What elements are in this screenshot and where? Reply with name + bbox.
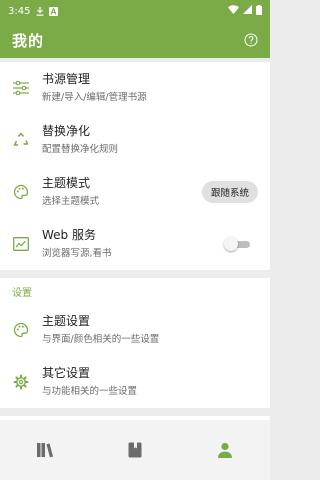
a-icon <box>49 6 59 16</box>
settings-section-header: 设置 <box>12 287 32 299</box>
item-subtitle: 配置替换净化规则 <box>42 144 119 155</box>
other-settings-item[interactable]: 其它设置 与功能相关的一些设置 <box>0 356 270 408</box>
item-subtitle: 新建/导入/编辑/管理书源 <box>42 92 147 103</box>
download-icon <box>36 6 44 16</box>
item-title: 主题设置 <box>42 314 91 328</box>
section-divider <box>0 270 270 278</box>
item-title: 替换净化 <box>42 124 91 138</box>
palette-icon <box>12 183 30 201</box>
settings-card: 设置 主题设置 与界面/颜色相关的一些设置 其它设置 与功能相关的一些设置 <box>0 278 270 408</box>
status-time: 3:45 <box>8 5 31 17</box>
content-list: 书源管理 新建/导入/编辑/管理书源 替换净化 配置替换净化规则 主题模式 选择… <box>0 58 270 420</box>
sliders-icon <box>12 79 30 97</box>
replace-purify-item[interactable]: 替换净化 配置替换净化规则 <box>0 114 270 166</box>
book-icon <box>128 442 142 462</box>
status-bar: 3:45 <box>0 0 270 22</box>
item-title: 主题模式 <box>42 176 91 190</box>
bookshelf-tab[interactable] <box>33 440 57 464</box>
bookshelf-icon <box>36 442 54 462</box>
battery-icon <box>256 4 262 18</box>
item-subtitle: 浏览器写源,看书 <box>42 248 112 259</box>
web-service-item[interactable]: Web 服务 浏览器写源,看书 <box>0 218 270 270</box>
item-title: 书源管理 <box>42 72 91 86</box>
my-tab[interactable] <box>213 440 237 464</box>
main-card: 书源管理 新建/导入/编辑/管理书源 替换净化 配置替换净化规则 主题模式 选择… <box>0 62 270 270</box>
app-bar: 我的 <box>0 22 270 58</box>
item-title: Web 服务 <box>42 228 96 242</box>
theme-mode-item[interactable]: 主题模式 选择主题模式 跟随系统 <box>0 166 270 218</box>
person-icon <box>217 442 233 462</box>
item-subtitle: 与功能相关的一些设置 <box>42 386 138 397</box>
chart-icon <box>12 235 30 253</box>
switch-thumb <box>224 237 238 251</box>
page-title: 我的 <box>12 31 45 50</box>
signal-icon <box>243 5 252 17</box>
book-source-management-item[interactable]: 书源管理 新建/导入/编辑/管理书源 <box>0 62 270 114</box>
section-divider <box>0 408 270 416</box>
item-subtitle: 与界面/颜色相关的一些设置 <box>42 334 160 345</box>
item-subtitle: 选择主题模式 <box>42 196 100 207</box>
wifi-icon <box>228 5 239 17</box>
recycle-icon <box>12 131 30 149</box>
help-icon[interactable] <box>244 33 258 47</box>
theme-settings-item[interactable]: 主题设置 与界面/颜色相关的一些设置 <box>0 304 270 356</box>
palette-icon <box>12 321 30 339</box>
item-title: 其它设置 <box>42 366 91 380</box>
theme-mode-value-chip[interactable]: 跟随系统 <box>201 181 258 203</box>
bottom-navigation <box>0 420 270 480</box>
discover-tab[interactable] <box>123 440 147 464</box>
gear-icon <box>12 373 30 391</box>
web-service-switch[interactable] <box>224 237 250 251</box>
